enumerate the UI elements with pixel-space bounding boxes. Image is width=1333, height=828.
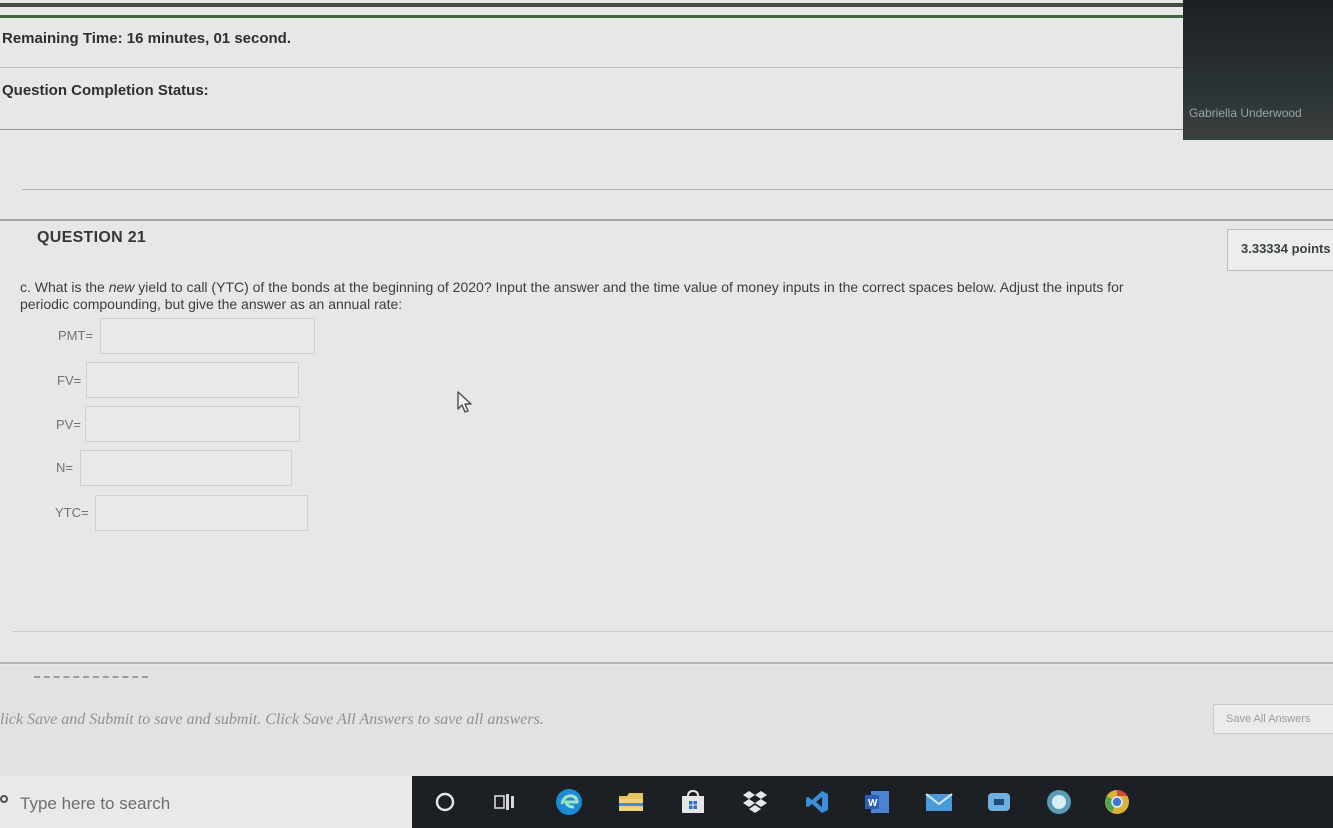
pv-input[interactable] [85, 406, 300, 442]
pmt-label: PMT= [58, 328, 94, 343]
browser-icon[interactable] [1040, 776, 1078, 828]
divider [22, 189, 1333, 190]
divider [12, 631, 1333, 632]
points-value: 3.33334 points [1241, 241, 1331, 256]
n-label: N= [56, 460, 73, 475]
save-all-answers-button[interactable]: Save All Answers [1213, 704, 1333, 734]
visual-studio-icon[interactable] [798, 776, 836, 828]
remaining-time-value: 16 minutes, 01 second. [126, 30, 291, 47]
windows-taskbar: Type here to search W [0, 776, 1333, 828]
ytc-label: YTC= [55, 505, 89, 520]
submit-panel: lick Save and Submit to save and submit.… [0, 666, 1333, 776]
chrome-icon[interactable] [1098, 776, 1136, 828]
svg-text:W: W [868, 798, 878, 809]
question-text: c. What is the new yield to call (YTC) o… [20, 279, 1145, 313]
question-title: QUESTION 21 [37, 229, 147, 246]
file-explorer-icon[interactable] [612, 776, 650, 828]
teams-icon[interactable] [980, 776, 1018, 828]
divider [0, 67, 1185, 68]
points-badge: 3.33334 points [1227, 229, 1333, 271]
ytc-input[interactable] [95, 495, 308, 531]
task-view-icon[interactable] [488, 776, 522, 828]
divider [0, 662, 1333, 664]
mail-icon[interactable] [920, 776, 958, 828]
divider [34, 676, 148, 678]
taskbar-search-box[interactable]: Type here to search [0, 776, 412, 828]
participant-name: Gabriella Underwood [1189, 106, 1302, 120]
remaining-time: Remaining Time: 16 minutes, 01 second. [2, 30, 291, 47]
mouse-cursor-icon [457, 391, 472, 413]
n-input[interactable] [80, 450, 292, 486]
submit-instructions: lick Save and Submit to save and submit.… [0, 711, 544, 728]
word-icon[interactable]: W [858, 776, 896, 828]
dropbox-icon[interactable] [736, 776, 774, 828]
question-text-suffix: yield to call (YTC) of the bonds at the … [20, 279, 1124, 312]
timer-progress-bar [0, 15, 1185, 18]
question-text-prefix: c. What is the [20, 279, 109, 295]
fv-input[interactable] [86, 362, 299, 398]
webcam-overlay: Gabriella Underwood [1183, 0, 1333, 140]
search-icon [0, 795, 8, 803]
question-completion-status: Question Completion Status: [2, 82, 209, 99]
pv-label: PV= [56, 417, 81, 432]
remaining-time-label: Remaining Time: [2, 30, 123, 47]
divider [0, 219, 1333, 221]
top-border [0, 3, 1185, 7]
divider [0, 129, 1333, 130]
pmt-input[interactable] [100, 318, 315, 354]
search-placeholder: Type here to search [20, 794, 171, 813]
store-icon[interactable] [674, 776, 712, 828]
edge-icon[interactable] [550, 776, 588, 828]
fv-label: FV= [57, 373, 82, 388]
question-text-emphasis: new [108, 279, 135, 295]
cortana-icon[interactable] [428, 776, 462, 828]
